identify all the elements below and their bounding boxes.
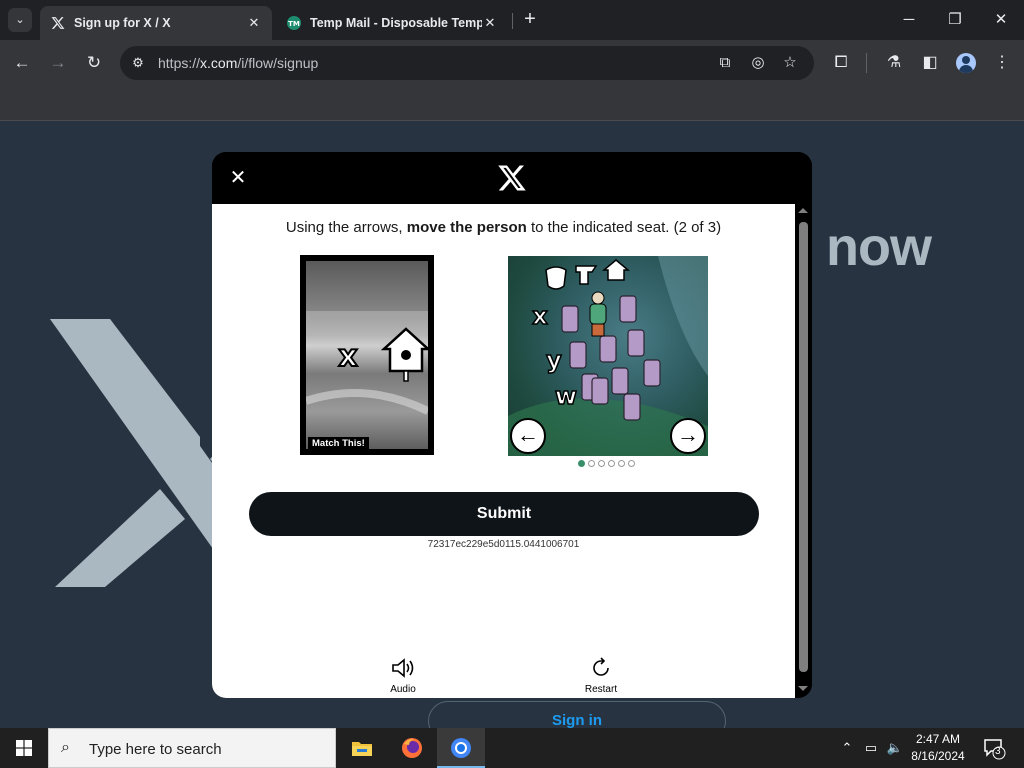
left-arrow-button[interactable]: ← [510, 418, 546, 454]
puzzle-image: x y w ← → [508, 256, 708, 456]
scrollbar-thumb[interactable] [799, 222, 808, 672]
new-tab-button[interactable]: + [518, 8, 542, 32]
address-bar[interactable]: ⚙ https://x.com/i/flow/signup ⧉ ◎ ☆ [120, 46, 814, 80]
show-hidden-icons-chevron-icon[interactable]: ⌃ [836, 728, 858, 768]
tab-search-button[interactable]: ⌄ [8, 8, 32, 32]
menu-kebab-icon[interactable]: ⋮ [990, 50, 1014, 76]
minimize-button[interactable]: ─ [886, 0, 932, 40]
browser-toolbar: ← → ↻ ⚙ https://x.com/i/flow/signup ⧉ ◎ … [0, 40, 1024, 86]
url-text[interactable]: https://x.com/i/flow/signup [158, 55, 318, 71]
network-icon[interactable]: ▭ [860, 728, 882, 768]
progress-dot [628, 460, 635, 467]
person-figure [589, 291, 607, 337]
bookmark-star-icon[interactable]: ☆ [780, 53, 800, 73]
taskbar-clock[interactable]: 2:47 AM 8/16/2024 [904, 731, 972, 765]
restart-button[interactable]: Restart [571, 656, 631, 695]
start-button[interactable] [0, 728, 48, 768]
restart-label: Restart [584, 684, 618, 695]
puzzle-letter-x: x [532, 302, 548, 330]
bookmarks-bar [0, 86, 1024, 121]
profile-avatar[interactable] [956, 53, 976, 73]
labs-flask-icon[interactable]: ⚗ [882, 50, 906, 76]
tab-title: Sign up for X / X [74, 16, 171, 30]
audio-label: Audio [390, 684, 416, 695]
progress-dot [588, 460, 595, 467]
x-logo-icon [498, 165, 526, 191]
clock-time: 2:47 AM [915, 732, 961, 746]
reference-letter: x [338, 339, 357, 374]
tab-title: Temp Mail - Disposable Tempo [310, 16, 482, 30]
reference-image: x Match This! [300, 255, 434, 455]
install-app-icon[interactable]: ⧉ [715, 53, 735, 73]
clock-date: 8/16/2024 [911, 749, 965, 763]
background-headline: now [826, 217, 932, 277]
search-icon: ⌕ [61, 739, 70, 756]
toolbar-separator [866, 53, 867, 73]
tab-signup-x[interactable]: Sign up for X / X ✕ [40, 6, 272, 40]
browser-tab-bar: ⌄ Sign up for X / X ✕ TM Temp Mail - Dis… [0, 0, 1024, 40]
session-id: 72317ec229e5d0115.0441006701 [427, 539, 580, 550]
taskbar-search-box[interactable]: ⌕ Type here to search [48, 728, 336, 768]
scroll-down-arrow[interactable] [798, 686, 808, 691]
progress-dot [608, 460, 615, 467]
tab-close-icon[interactable]: ✕ [246, 15, 262, 31]
windows-logo-icon [16, 740, 32, 756]
captcha-panel: Using the arrows, move the person to the… [212, 204, 795, 698]
tab-temp-mail[interactable]: TM Temp Mail - Disposable Tempo ✕ [276, 6, 508, 40]
site-info-icon[interactable]: ⚙ [128, 53, 148, 73]
captcha-instruction: Using the arrows, move the person to the… [285, 219, 722, 236]
audio-button[interactable]: Audio [373, 656, 433, 695]
svg-text:TM: TM [288, 20, 300, 28]
eye-off-icon[interactable]: ◎ [748, 53, 768, 73]
tab-close-icon[interactable]: ✕ [482, 15, 498, 31]
restart-icon [571, 656, 631, 682]
scroll-up-arrow[interactable] [798, 208, 808, 213]
notification-count: 3 [995, 746, 1001, 757]
extensions-icon[interactable]: ⧠ [829, 50, 853, 76]
chrome-icon[interactable] [437, 728, 485, 768]
firefox-icon[interactable] [388, 728, 436, 768]
restore-button[interactable]: ❐ [932, 0, 978, 40]
progress-dot [578, 460, 585, 467]
x-logo-icon [50, 15, 66, 31]
windows-taskbar: ⌕ Type here to search ⌃ ▭ 🔈 2:47 AM 8/16… [0, 728, 1024, 768]
sign-in-button[interactable]: Sign in [428, 701, 726, 728]
file-explorer-icon[interactable] [338, 728, 386, 768]
close-icon[interactable]: ✕ [226, 166, 250, 190]
speaker-icon [373, 656, 433, 682]
submit-button[interactable]: Submit [249, 492, 759, 536]
reload-button[interactable]: ↻ [79, 48, 109, 78]
progress-dots [578, 460, 635, 467]
back-button[interactable]: ← [7, 48, 37, 78]
signup-modal: ✕ Using the arrows, move the person to t… [212, 152, 812, 698]
search-placeholder: Type here to search [89, 741, 222, 758]
tempmail-icon: TM [286, 15, 302, 31]
puzzle-letter-y: y [546, 346, 562, 374]
progress-dot [618, 460, 625, 467]
progress-dot [598, 460, 605, 467]
side-panel-icon[interactable]: ◧ [918, 50, 942, 76]
forward-button[interactable]: → [43, 48, 73, 78]
puzzle-letter-w: w [555, 382, 577, 410]
birdhouse-icon [380, 327, 428, 382]
volume-muted-icon[interactable]: 🔈 [884, 728, 906, 768]
right-arrow-button[interactable]: → [670, 418, 706, 454]
close-window-button[interactable]: ✕ [978, 0, 1024, 40]
modal-header: ✕ [212, 152, 812, 204]
notification-center-icon[interactable]: 3 [982, 736, 1006, 760]
reference-label: Match This! [308, 437, 369, 449]
tab-separator [512, 13, 513, 29]
